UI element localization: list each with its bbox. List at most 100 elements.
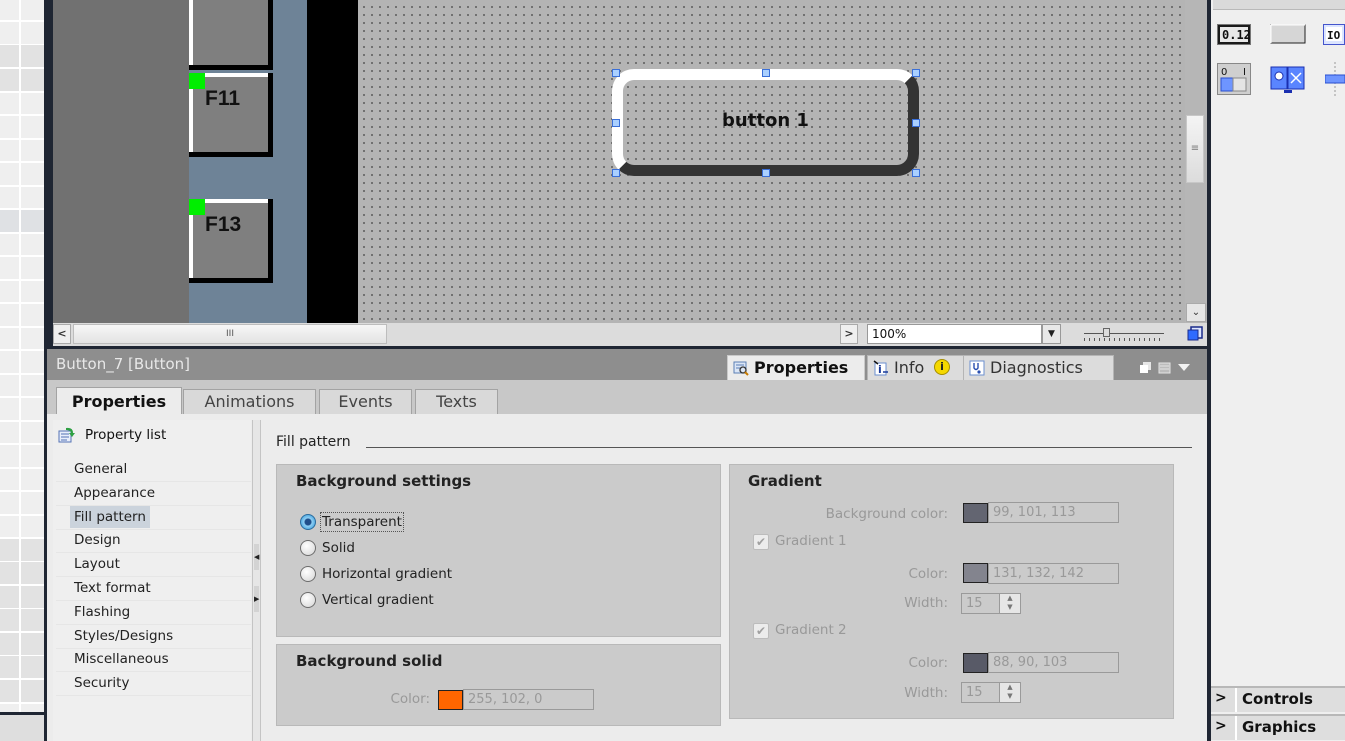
- scroll-left-button[interactable]: <: [53, 324, 71, 344]
- tab-events[interactable]: Events: [319, 389, 412, 414]
- spinner-up-down-icon[interactable]: ▲ ▼: [999, 683, 1020, 702]
- expand-right-icon[interactable]: ▶: [254, 586, 259, 612]
- gradient-2-checkbox[interactable]: ✔: [753, 623, 769, 639]
- tree-row[interactable]: [0, 444, 44, 469]
- gradient-1-color-swatch[interactable]: [963, 563, 988, 583]
- tree-row[interactable]: [0, 256, 44, 281]
- tree-row[interactable]: [0, 327, 44, 351]
- property-list-toggle[interactable]: Property list: [85, 427, 166, 443]
- tree-row[interactable]: [0, 421, 44, 445]
- tree-row[interactable]: [0, 538, 44, 563]
- tab-texts[interactable]: Texts: [415, 389, 498, 414]
- float-window-icon[interactable]: [1140, 362, 1151, 373]
- nav-item-general[interactable]: General: [74, 458, 127, 480]
- tree-row[interactable]: [0, 585, 44, 610]
- nav-splitter[interactable]: [252, 420, 261, 741]
- zoom-level-input[interactable]: 100%: [867, 324, 1042, 344]
- hmi-function-key[interactable]: [189, 0, 273, 70]
- tree-row[interactable]: [0, 679, 44, 704]
- controls-pane-header[interactable]: > Controls: [1211, 686, 1345, 712]
- hmi-function-key-f13[interactable]: F13: [189, 199, 273, 283]
- tree-row[interactable]: [0, 0, 44, 22]
- tab-properties[interactable]: Properties: [56, 387, 182, 415]
- tree-row[interactable]: [0, 397, 44, 422]
- tree-row[interactable]: [0, 45, 44, 69]
- tree-row[interactable]: [0, 209, 44, 234]
- zoom-to-fit-icon[interactable]: [1186, 325, 1204, 343]
- graphics-pane-header[interactable]: > Graphics: [1211, 714, 1345, 740]
- tree-row[interactable]: [0, 186, 44, 210]
- scroll-right-button[interactable]: >: [840, 324, 858, 344]
- radio-button[interactable]: [300, 540, 316, 556]
- resize-handle-sw[interactable]: [612, 169, 620, 177]
- elements-pane-header[interactable]: [1213, 0, 1345, 10]
- maximize-icon[interactable]: [1158, 362, 1171, 374]
- resize-handle-ne[interactable]: [912, 69, 920, 77]
- gradient-2-width-spinner[interactable]: 15 ▲ ▼: [961, 682, 1021, 703]
- tree-row[interactable]: [0, 491, 44, 516]
- nav-item-text-format[interactable]: Text format: [74, 577, 151, 599]
- hmi-function-key-f11[interactable]: F11: [189, 73, 273, 157]
- resize-handle-s[interactable]: [762, 169, 770, 177]
- background-color-value-field[interactable]: 99, 101, 113: [988, 502, 1119, 523]
- tree-row[interactable]: [0, 562, 44, 586]
- collapse-triangle-icon[interactable]: [1178, 364, 1190, 371]
- color-value-field[interactable]: 255, 102, 0: [463, 689, 594, 710]
- tree-row[interactable]: [0, 350, 44, 375]
- zoom-dropdown-button[interactable]: ▼: [1042, 324, 1061, 344]
- resize-handle-nw[interactable]: [612, 69, 620, 77]
- tree-row[interactable]: [0, 515, 44, 539]
- resize-handle-se[interactable]: [912, 169, 920, 177]
- nav-item-layout[interactable]: Layout: [74, 553, 120, 575]
- color-swatch[interactable]: [438, 690, 463, 710]
- view-tab-diagnostics[interactable]: Diagnostics: [963, 355, 1114, 381]
- scroll-down-button[interactable]: ⌄: [1186, 303, 1206, 322]
- nav-item-styles-designs[interactable]: Styles/Designs: [74, 625, 173, 647]
- nav-item-flashing[interactable]: Flashing: [74, 601, 130, 623]
- gradient-2-color-value-field[interactable]: 88, 90, 103: [988, 652, 1119, 673]
- tree-row[interactable]: [0, 233, 44, 257]
- tree-row[interactable]: [0, 656, 44, 680]
- nav-item-security[interactable]: Security: [74, 672, 129, 694]
- nav-item-appearance[interactable]: Appearance: [74, 482, 155, 504]
- vertical-scroll-thumb[interactable]: ≡: [1186, 115, 1204, 183]
- tab-animations[interactable]: Animations: [183, 389, 316, 414]
- tree-row[interactable]: [0, 162, 44, 187]
- io-field-tool-icon[interactable]: 0.12: [1217, 24, 1251, 46]
- switch-tool-icon[interactable]: 0 I: [1217, 63, 1251, 95]
- graphic-io-field-tool-icon[interactable]: [1270, 65, 1306, 95]
- tree-row[interactable]: [0, 115, 44, 140]
- resize-handle-w[interactable]: [612, 119, 620, 127]
- tree-row[interactable]: [0, 92, 44, 116]
- tree-row[interactable]: [0, 21, 44, 46]
- radio-button[interactable]: [300, 566, 316, 582]
- tree-row[interactable]: [0, 303, 44, 328]
- tree-row[interactable]: [0, 280, 44, 304]
- slider-knob[interactable]: [1103, 328, 1110, 337]
- details-view-header[interactable]: [0, 715, 44, 741]
- background-color-swatch[interactable]: [963, 503, 988, 523]
- nav-item-design[interactable]: Design: [74, 529, 121, 551]
- gradient-1-color-value-field[interactable]: 131, 132, 142: [988, 563, 1119, 584]
- nav-item-miscellaneous[interactable]: Miscellaneous: [74, 648, 169, 670]
- collapse-left-icon[interactable]: ◀: [254, 544, 259, 570]
- tree-row[interactable]: [0, 139, 44, 163]
- tree-row[interactable]: [0, 68, 44, 93]
- tree-row[interactable]: [0, 468, 44, 492]
- bar-tool-icon[interactable]: [1325, 61, 1345, 97]
- nav-item-fill-pattern[interactable]: Fill pattern: [70, 505, 150, 528]
- zoom-slider[interactable]: [1080, 327, 1170, 343]
- gradient-1-checkbox[interactable]: ✔: [753, 534, 769, 550]
- radio-button[interactable]: [300, 514, 316, 530]
- tree-row[interactable]: [0, 374, 44, 398]
- tree-row[interactable]: [0, 632, 44, 657]
- symbolic-io-field-tool-icon[interactable]: IO: [1323, 24, 1345, 46]
- gradient-2-color-swatch[interactable]: [963, 653, 988, 673]
- resize-handle-n[interactable]: [762, 69, 770, 77]
- button-tool-icon[interactable]: [1270, 24, 1306, 44]
- horizontal-scroll-thumb[interactable]: III: [73, 324, 387, 344]
- view-tab-properties[interactable]: Properties: [727, 355, 865, 381]
- tree-row[interactable]: [0, 609, 44, 633]
- spinner-up-down-icon[interactable]: ▲ ▼: [999, 594, 1020, 613]
- resize-handle-e[interactable]: [912, 119, 920, 127]
